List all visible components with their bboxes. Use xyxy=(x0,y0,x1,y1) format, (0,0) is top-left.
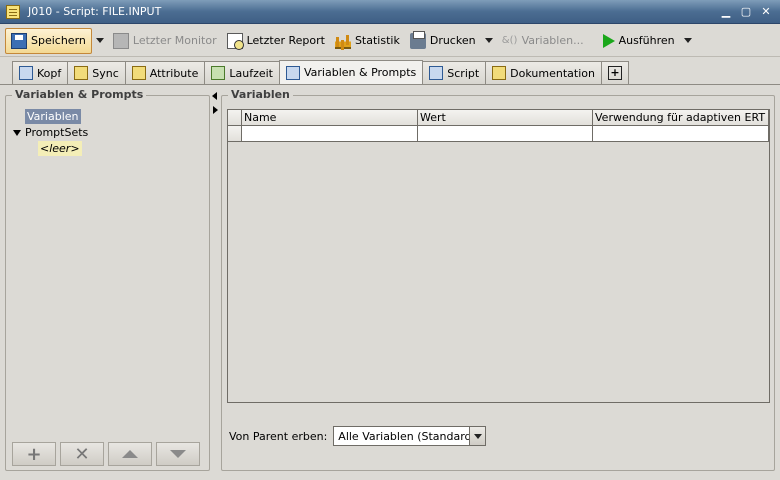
tab-label: Laufzeit xyxy=(229,66,273,80)
inherit-label: Von Parent erben: xyxy=(229,429,328,443)
variables-label: Variablen... xyxy=(521,34,584,47)
script-icon xyxy=(6,4,20,19)
tab-kopf[interactable]: Kopf xyxy=(12,61,69,84)
add-button[interactable]: + xyxy=(12,442,56,466)
floppy-disk-icon xyxy=(11,32,27,49)
tree-item-variablen[interactable]: Variablen xyxy=(25,109,81,124)
arrow-up-icon xyxy=(122,450,138,458)
variables-tree: Variablen PromptSets <leer> xyxy=(8,104,207,430)
printer-icon xyxy=(409,30,426,49)
tab-label: Sync xyxy=(92,66,119,80)
statistics-button[interactable]: Statistik xyxy=(330,28,405,54)
tab-sync[interactable]: Sync xyxy=(67,61,126,84)
column-header-value[interactable]: Wert xyxy=(418,110,593,126)
execute-label: Ausführen xyxy=(618,34,675,47)
arrow-down-icon xyxy=(170,450,186,458)
variables-prompts-group: Variablen & Prompts Variablen PromptSets… xyxy=(5,88,210,471)
last-monitor-button[interactable]: Letzter Monitor xyxy=(108,28,222,54)
column-header-name[interactable]: Name xyxy=(242,110,418,126)
left-panel-title: Variablen & Prompts xyxy=(12,88,147,101)
inherit-selected-value: Alle Variablen (Standard) xyxy=(338,429,476,443)
chevron-down-icon xyxy=(473,433,482,439)
delete-x-icon: ✕ xyxy=(74,443,90,465)
last-monitor-label: Letzter Monitor xyxy=(132,34,217,47)
tab-label: Script xyxy=(447,66,480,80)
close-button[interactable]: ✕ xyxy=(758,4,774,20)
last-report-button[interactable]: Letzter Report xyxy=(222,28,330,54)
save-label: Speichern xyxy=(31,34,86,47)
toolbar: Speichern Letzter Monitor Letzter Report… xyxy=(0,25,780,57)
move-down-button[interactable] xyxy=(156,442,200,466)
tab-label: Kopf xyxy=(37,66,62,80)
table-header: Name Wert Verwendung für adaptiven ERT a… xyxy=(228,110,769,126)
row-header[interactable] xyxy=(228,126,242,142)
statistics-label: Statistik xyxy=(354,34,400,47)
variables-table: Name Wert Verwendung für adaptiven ERT a… xyxy=(227,109,770,403)
print-button[interactable]: Drucken xyxy=(405,28,481,54)
tab-bar: Kopf Sync Attribute Laufzeit Variablen &… xyxy=(12,60,629,84)
last-report-label: Letzter Report xyxy=(246,34,325,47)
collapse-left-icon[interactable] xyxy=(212,92,217,100)
minimize-button[interactable]: ▁ xyxy=(718,4,734,20)
window-controls: ▁ ▢ ✕ xyxy=(718,4,774,20)
inherit-row: Von Parent erben: Alle Variablen (Standa… xyxy=(229,426,487,446)
tab-laufzeit[interactable]: Laufzeit xyxy=(204,61,280,84)
print-dropdown-arrow[interactable] xyxy=(484,38,493,43)
script-tab-icon xyxy=(429,66,444,80)
panel-splitter[interactable] xyxy=(212,88,218,476)
plus-icon: + xyxy=(26,443,42,465)
header-icon xyxy=(19,66,33,80)
delete-button[interactable]: ✕ xyxy=(60,442,104,466)
expand-arrow-icon[interactable] xyxy=(13,130,21,136)
title-bar: J010 - Script: FILE.INPUT ▁ ▢ ✕ xyxy=(0,0,780,24)
column-header-usage[interactable]: Verwendung für adaptiven ERT als xyxy=(593,110,769,126)
sync-icon xyxy=(74,66,89,80)
tab-label: Dokumentation xyxy=(510,66,595,80)
variables-prompts-panel: Variablen & Prompts Variablen PromptSets… xyxy=(5,88,210,471)
variables-prompts-icon xyxy=(285,65,300,80)
play-icon xyxy=(602,33,615,48)
save-button[interactable]: Speichern xyxy=(5,27,92,54)
print-label: Drucken xyxy=(429,34,476,47)
move-up-button[interactable] xyxy=(108,442,152,466)
execute-dropdown-arrow[interactable] xyxy=(683,38,692,43)
tab-label: Variablen & Prompts xyxy=(303,66,417,79)
tab-attribute[interactable]: Attribute xyxy=(124,61,206,84)
maximize-button[interactable]: ▢ xyxy=(738,4,754,20)
tab-variablen-prompts[interactable]: Variablen & Prompts xyxy=(278,60,424,84)
table-row[interactable] xyxy=(228,126,769,142)
attribute-icon xyxy=(131,66,146,80)
variables-icon: &() xyxy=(501,34,518,46)
execute-button[interactable]: Ausführen xyxy=(595,28,680,54)
tab-dokumentation[interactable]: Dokumentation xyxy=(485,61,602,84)
row-header-corner xyxy=(228,110,242,126)
report-icon xyxy=(226,32,244,50)
inherit-select[interactable]: Alle Variablen (Standard) xyxy=(333,426,487,446)
runtime-icon xyxy=(211,66,226,80)
save-dropdown-arrow[interactable] xyxy=(95,38,104,43)
value-cell[interactable] xyxy=(418,126,593,142)
right-panel-title: Variablen xyxy=(228,88,293,101)
variables-group: Variablen Name Wert Verwendung für adapt… xyxy=(221,88,775,471)
monitor-icon xyxy=(112,32,129,49)
tab-script[interactable]: Script xyxy=(422,61,487,84)
tree-button-row: + ✕ xyxy=(12,442,200,466)
documentation-icon xyxy=(492,66,507,80)
name-cell[interactable] xyxy=(242,126,418,142)
window-title: J010 - Script: FILE.INPUT xyxy=(28,5,162,18)
tab-add[interactable]: + xyxy=(600,61,629,84)
add-tab-icon: + xyxy=(607,66,622,80)
variables-panel: Variablen Name Wert Verwendung für adapt… xyxy=(221,88,775,471)
variables-button[interactable]: &() Variablen... xyxy=(497,28,589,54)
expand-right-icon[interactable] xyxy=(213,106,218,114)
tab-label: Attribute xyxy=(149,66,199,80)
usage-cell[interactable] xyxy=(593,126,769,142)
tree-item-empty[interactable]: <leer> xyxy=(38,141,82,156)
tree-item-promptsets[interactable]: PromptSets xyxy=(23,125,90,140)
dropdown-button[interactable] xyxy=(469,427,486,445)
statistics-icon xyxy=(334,32,351,49)
